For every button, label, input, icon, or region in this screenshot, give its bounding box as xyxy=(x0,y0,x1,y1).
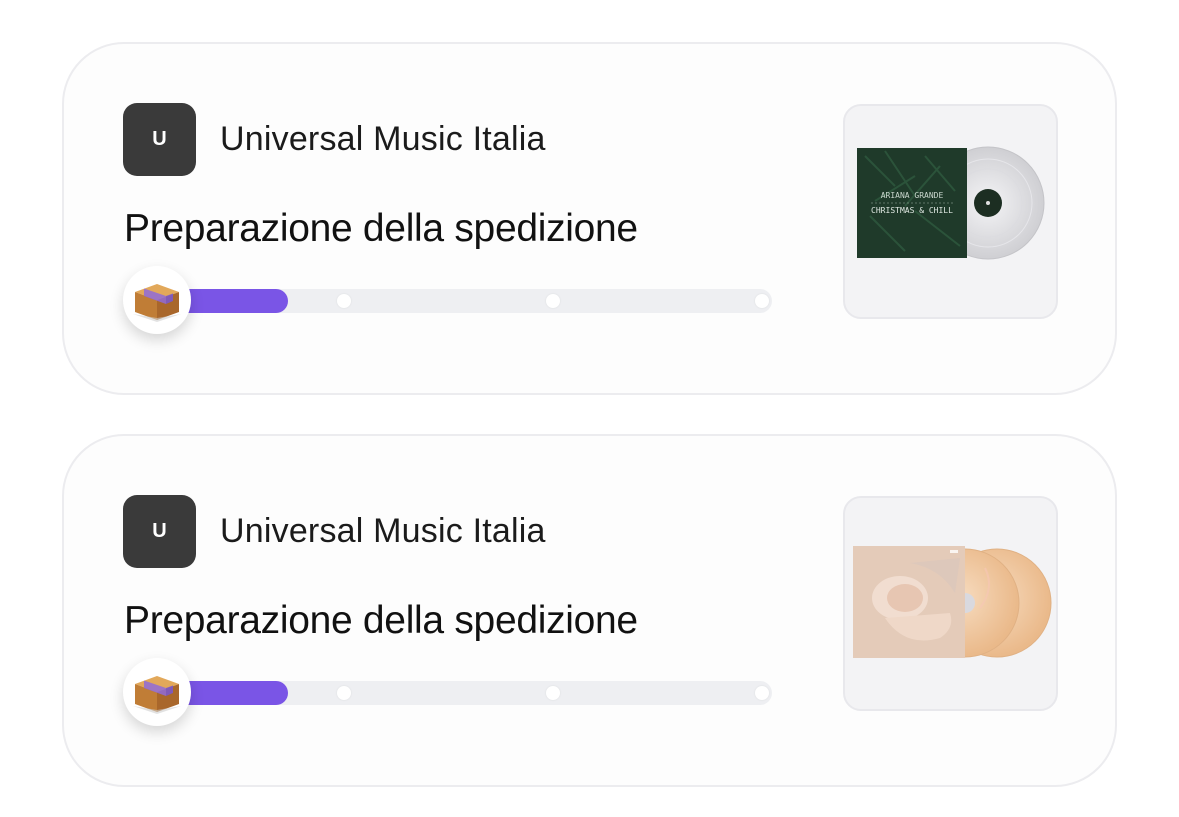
progress-step-dot xyxy=(546,294,560,308)
seller-name: Universal Music Italia xyxy=(220,120,546,158)
cover-title-line1: ARIANA GRANDE xyxy=(881,191,944,200)
product-thumbnail[interactable]: ARIANA GRANDE CHRISTMAS & CHILL xyxy=(843,104,1058,319)
cover-title-line2: CHRISTMAS & CHILL xyxy=(871,206,953,215)
seller-initial: U xyxy=(152,520,167,542)
package-box-icon xyxy=(123,266,191,334)
order-status: Preparazione della spedizione xyxy=(124,599,638,642)
package-box-icon xyxy=(123,658,191,726)
shipping-progress-bar xyxy=(174,289,772,313)
order-card[interactable]: U Universal Music Italia Preparazione de… xyxy=(62,42,1117,395)
order-status: Preparazione della spedizione xyxy=(124,207,638,250)
progress-step-dot xyxy=(337,686,351,700)
shipping-progress-bar xyxy=(174,681,772,705)
progress-step-dot xyxy=(546,686,560,700)
seller-name: Universal Music Italia xyxy=(220,512,546,550)
order-card[interactable]: U Universal Music Italia Preparazione de… xyxy=(62,434,1117,787)
seller-logo: U xyxy=(123,103,196,176)
progress-step-dot xyxy=(755,294,769,308)
progress-step-dot xyxy=(337,294,351,308)
progress-step-dot xyxy=(755,686,769,700)
seller-logo: U xyxy=(123,495,196,568)
product-thumbnail[interactable] xyxy=(843,496,1058,711)
seller-initial: U xyxy=(152,128,167,150)
progress-fill xyxy=(174,681,288,705)
progress-fill xyxy=(174,289,288,313)
